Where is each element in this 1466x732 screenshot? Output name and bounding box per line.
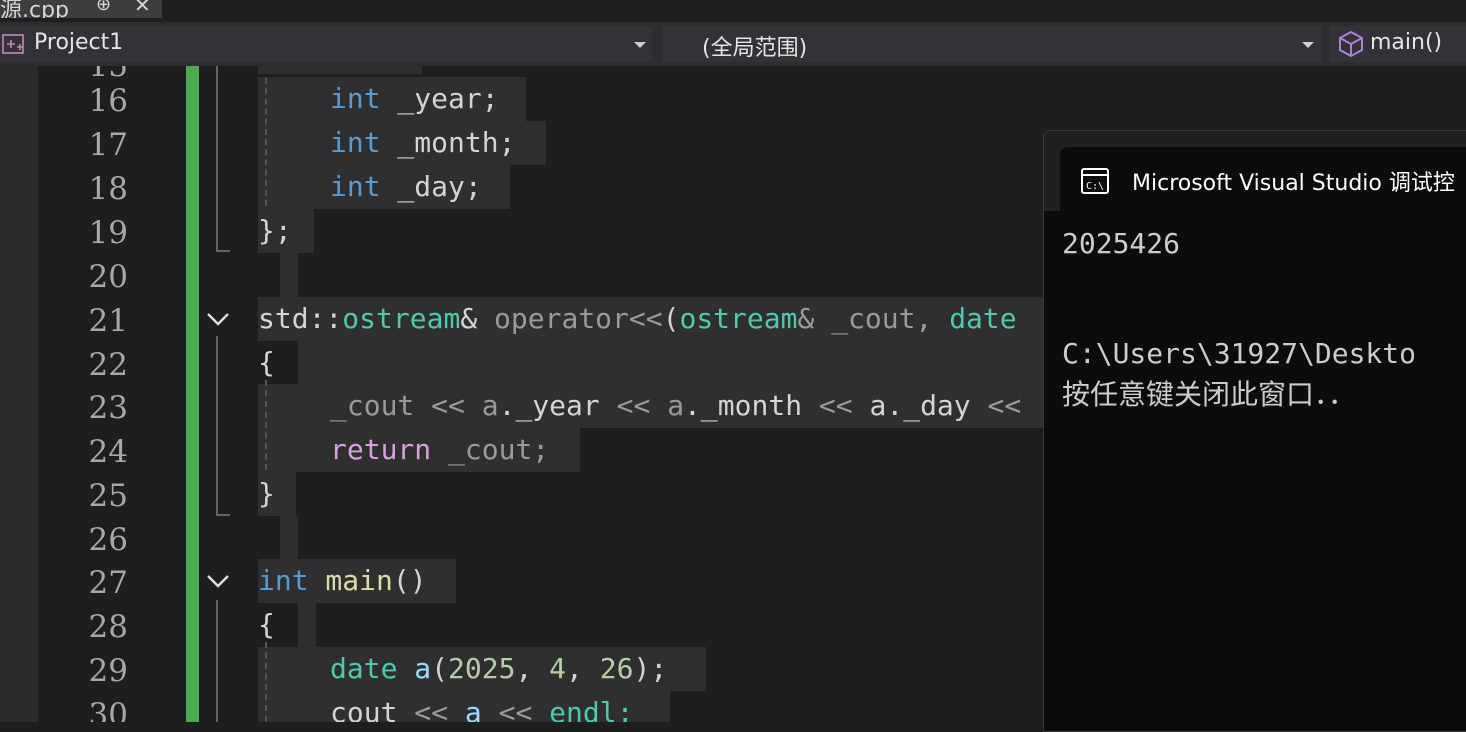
scope-dropdown[interactable]: (全局范围) — [662, 26, 1322, 62]
scope-label: (全局范围) — [702, 36, 808, 61]
line-number: 21 — [88, 303, 128, 339]
line-highlight — [258, 66, 422, 74]
console-title: Microsoft Visual Studio 调试控 — [1132, 171, 1455, 196]
block-guide — [216, 66, 218, 250]
console-titlebar[interactable]: C:\ Microsoft Visual Studio 调试控 — [1044, 131, 1466, 211]
pin-icon[interactable]: ⊕ — [96, 0, 111, 15]
console-output-line: 2025426 — [1062, 227, 1181, 260]
line-number: 25 — [88, 478, 128, 514]
code-line-21: std::ostream& operator<<(ostream& _cout,… — [258, 302, 1017, 335]
close-icon[interactable]: ✕ — [134, 0, 151, 17]
console-prompt-line: 按任意键关闭此窗口．． — [1062, 378, 1357, 411]
line-number: 27 — [88, 565, 128, 601]
code-line-22: { — [258, 346, 275, 379]
line-number: 24 — [88, 434, 128, 470]
code-line-19: }; — [258, 214, 292, 247]
line-highlight — [280, 253, 298, 297]
cube-icon — [1339, 30, 1363, 58]
line-number: 26 — [88, 522, 128, 558]
line-number: 17 — [88, 127, 128, 163]
chevron-down-icon[interactable] — [206, 312, 230, 326]
chevron-down-icon[interactable] — [206, 574, 230, 588]
chevron-down-icon[interactable] — [634, 42, 646, 48]
line-number: 28 — [88, 609, 128, 645]
line-number: 23 — [88, 390, 128, 426]
document-tab[interactable]: 源.cpp ⊕ ✕ — [0, 0, 162, 18]
code-line-24: return _cout; — [330, 433, 550, 466]
code-line-27: int main() — [258, 564, 427, 597]
indent-guide — [265, 642, 267, 722]
svg-text:C:\: C:\ — [1086, 181, 1104, 192]
glyph-margin — [0, 66, 38, 722]
line-highlight — [280, 516, 298, 560]
project-icon — [2, 34, 24, 54]
navigation-bar: Project1 (全局范围) main() — [0, 22, 1466, 66]
line-number: 29 — [88, 653, 128, 689]
chevron-down-icon[interactable] — [1302, 42, 1314, 48]
code-line-16: int _year; — [330, 82, 499, 115]
document-tab-strip: 源.cpp ⊕ ✕ — [0, 0, 1466, 22]
code-line-23: _cout << a._year << a._month << a._day <… — [330, 389, 1022, 422]
code-line-29: date a(2025, 4, 26); — [330, 652, 668, 685]
indent-guide — [265, 380, 267, 470]
line-number: 16 — [88, 83, 128, 119]
member-name: main() — [1370, 30, 1443, 55]
change-tracking-bar — [186, 66, 199, 722]
member-dropdown[interactable]: main() — [1330, 26, 1466, 62]
code-line-17: int _month; — [330, 126, 516, 159]
block-guide — [216, 336, 218, 514]
console-tab[interactable]: C:\ Microsoft Visual Studio 调试控 — [1060, 147, 1466, 211]
line-number: 19 — [88, 215, 128, 251]
block-guide — [216, 600, 218, 722]
block-guide-end — [216, 514, 230, 516]
tab-title: 源.cpp — [0, 0, 70, 18]
console-icon: C:\ — [1081, 168, 1109, 194]
block-guide-end — [216, 250, 230, 252]
project-dropdown[interactable]: Project1 — [0, 26, 652, 62]
line-number: 20 — [88, 259, 128, 295]
console-path-line: C:\Users\31927\Deskto — [1062, 337, 1417, 370]
line-number: 18 — [88, 171, 128, 207]
project-name: Project1 — [34, 30, 124, 55]
line-number: 30 — [88, 697, 128, 722]
line-number: 22 — [88, 347, 128, 383]
indent-guide — [265, 78, 267, 206]
line-highlight — [298, 341, 1044, 385]
code-line-30: cout << a << endl; — [330, 696, 634, 722]
debug-console-window[interactable]: C:\ Microsoft Visual Studio 调试控 2025426 … — [1043, 130, 1466, 732]
code-line-18: int _day; — [330, 170, 482, 203]
code-line-25: } — [258, 477, 275, 510]
line-highlight — [298, 603, 316, 647]
code-line-28: { — [258, 608, 275, 641]
